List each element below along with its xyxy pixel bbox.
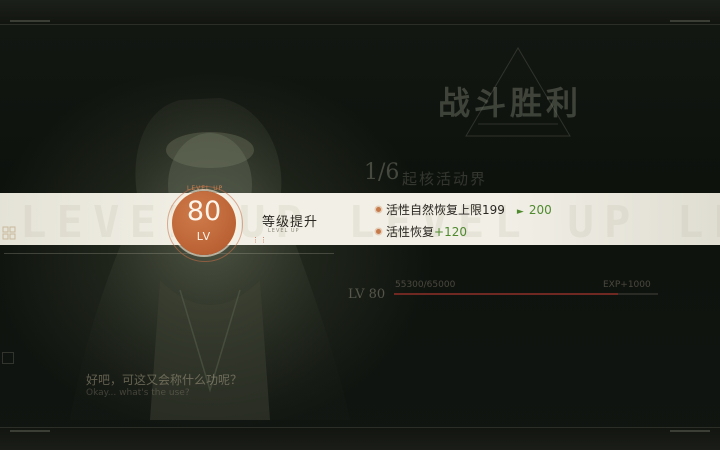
level-number: 80 <box>186 196 222 227</box>
corner-marker <box>2 352 14 364</box>
stat-label: 活性自然恢复上限 <box>386 203 483 217</box>
arrow-right-icon: ► <box>516 207 524 217</box>
banner-ghost-text: LEVEL UP LEVEL UP LEVEL UP LEVEL UP <box>20 193 720 245</box>
dialogue-text: 好吧，可这又会称什么功呢？ <box>86 373 243 387</box>
bottom-letterbox <box>0 427 720 450</box>
dialogue-subtitle: Okay... what's the use? <box>86 388 190 398</box>
top-letterbox <box>0 0 720 25</box>
level-badge: 80 LV <box>172 191 236 255</box>
frame-corner <box>670 20 710 22</box>
exp-gain: EXP+1000 <box>603 280 651 290</box>
exp-level-label: LV 80 <box>348 287 386 302</box>
stat-bonus: +120 <box>434 225 467 239</box>
dots-decoration-icon: ⋮⋮ <box>252 236 268 244</box>
stat-row-stamina-cap: 活性自然恢复上限199 ► 200 <box>376 201 552 217</box>
exp-current: 55300/65000 <box>395 280 456 290</box>
level-lv-label: LV <box>196 230 212 243</box>
stat-new-value: 200 <box>528 203 552 217</box>
exp-progress-fill <box>394 293 619 295</box>
stat-old-value: 199 <box>482 203 505 217</box>
exp-progress-bar <box>394 293 658 295</box>
grid-icon <box>2 226 16 240</box>
mission-name: 起核活动界 <box>402 170 488 188</box>
bullet-icon <box>376 229 381 234</box>
stat-label: 活性恢复 <box>386 225 435 239</box>
bullet-icon <box>376 207 381 212</box>
banner-ghost-letters: LEVEL UP LEVEL UP LEVEL UP LEVEL UP <box>20 197 720 245</box>
frame-corner <box>10 20 50 22</box>
frame-corner <box>10 430 50 432</box>
frame-corner <box>670 430 710 432</box>
level-up-banner[interactable]: LEVEL UP LEVEL UP LEVEL UP LEVEL UP <box>0 193 720 245</box>
level-up-subtitle: LEVEL UP <box>268 228 300 234</box>
mission-number: 1/6 <box>364 160 400 185</box>
victory-title: 战斗胜利 <box>438 84 583 122</box>
divider-line <box>4 253 334 254</box>
stat-row-stamina-restore: 活性恢复+120 <box>376 223 467 239</box>
battle-result-screen: 战斗胜利 1/6 起核活动界 LV 80 55300/65000 EXP+100… <box>0 0 720 450</box>
